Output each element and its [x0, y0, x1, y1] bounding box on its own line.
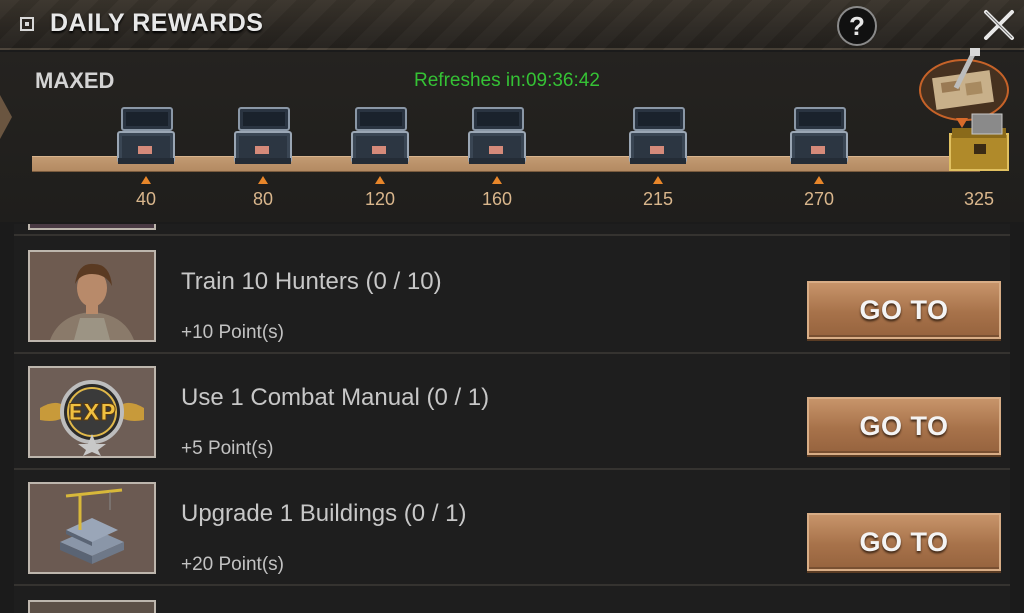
task-title: Train 10 Hunters (0 / 10): [181, 268, 442, 295]
title-bar: DAILY REWARDS ?: [0, 0, 1024, 50]
page-title: DAILY REWARDS: [50, 9, 264, 37]
refresh-timer: Refreshes in:09:36:42: [414, 70, 600, 91]
task-thumbnail-peek: [28, 600, 156, 613]
milestone-marker-icon: [814, 176, 824, 184]
task-row: Train 10 Hunters (0 / 10) +10 Point(s) G…: [14, 236, 1010, 352]
close-icon[interactable]: [980, 6, 1018, 44]
svg-text:EXP: EXP: [68, 401, 116, 426]
reward-chest-icon[interactable]: [626, 106, 690, 168]
milestone-label: 120: [364, 189, 396, 209]
reward-chest-icon[interactable]: [465, 106, 529, 168]
reward-chest-icon[interactable]: [114, 106, 178, 168]
row-divider: [14, 584, 1010, 586]
milestone-label: 80: [252, 189, 274, 209]
final-reward-chest-icon[interactable]: [916, 48, 1016, 176]
milestone-marker-icon: [375, 176, 385, 184]
go-to-button[interactable]: GO TO: [807, 513, 1001, 571]
task-list[interactable]: Train 10 Hunters (0 / 10) +10 Point(s) G…: [14, 224, 1010, 613]
milestone-marker-icon: [492, 176, 502, 184]
reward-chest-icon[interactable]: [787, 106, 851, 168]
task-thumbnail-peek: [28, 224, 156, 230]
status-label: MAXED: [35, 68, 115, 93]
milestone-label: 325: [963, 189, 995, 209]
reward-chest-icon[interactable]: [231, 106, 295, 168]
task-points: +20 Point(s): [181, 554, 284, 575]
construction-crane-icon: [28, 482, 156, 574]
side-arrow-icon: [0, 95, 12, 139]
go-to-button[interactable]: GO TO: [807, 397, 1001, 455]
task-row: Upgrade 1 Buildings (0 / 1) +20 Point(s)…: [14, 468, 1010, 584]
help-button[interactable]: ?: [837, 6, 877, 46]
milestone-label: 160: [481, 189, 513, 209]
hunter-portrait-icon: [28, 250, 156, 342]
milestone-label: 40: [135, 189, 157, 209]
milestone-marker-icon: [141, 176, 151, 184]
reward-chest-icon[interactable]: [348, 106, 412, 168]
milestone-label: 270: [803, 189, 835, 209]
milestone-marker-icon: [258, 176, 268, 184]
task-points: +10 Point(s): [181, 322, 284, 343]
task-title: Upgrade 1 Buildings (0 / 1): [181, 500, 467, 527]
milestone-label: 215: [642, 189, 674, 209]
task-title: Use 1 Combat Manual (0 / 1): [181, 384, 490, 411]
task-points: +5 Point(s): [181, 438, 274, 459]
milestone-marker-icon: [653, 176, 663, 184]
title-bullet-icon: [20, 17, 34, 31]
task-row: EXP Use 1 Combat Manual (0 / 1) +5 Point…: [14, 352, 1010, 468]
exp-badge-icon: EXP: [28, 366, 156, 458]
go-to-button[interactable]: GO TO: [807, 281, 1001, 339]
